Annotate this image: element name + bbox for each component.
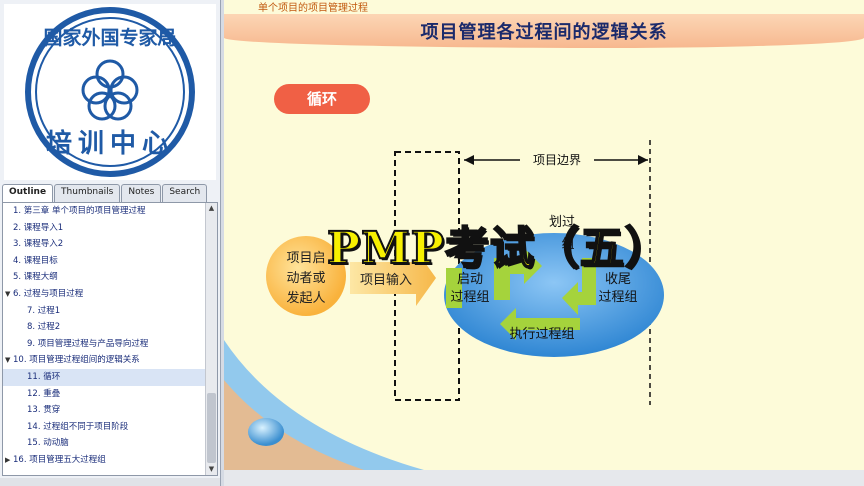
outline-item[interactable]: 8. 过程2: [3, 319, 217, 336]
scroll-thumb[interactable]: [207, 393, 216, 463]
outline-scrollbar[interactable]: ▲ ▼: [205, 203, 217, 475]
status-bar: [224, 470, 864, 486]
logo-center-text: 培训中心: [46, 129, 174, 159]
outline-item[interactable]: 12. 重叠: [3, 386, 217, 403]
outline-item-label: 9. 项目管理过程与产品导向过程: [27, 338, 149, 349]
outline-item-label: 4. 课程目标: [13, 255, 58, 266]
outline-item[interactable]: 4. 课程目标: [3, 253, 217, 270]
outline-item-label: 13. 贯穿: [27, 405, 61, 416]
boundary-arrow-left: [464, 155, 474, 165]
outline-item-label: 6. 过程与项目过程: [13, 288, 84, 299]
outline-item[interactable]: 13. 贯穿: [3, 402, 217, 419]
outline-item-label: 8. 过程2: [27, 322, 61, 333]
tab-outline[interactable]: Outline: [2, 184, 54, 202]
organization-logo: 国家外国专家局 培训中心: [25, 7, 195, 177]
outline-item[interactable]: 14. 过程组不同于项目阶段: [3, 419, 217, 436]
boundary-arrow-right: [638, 155, 648, 165]
tab-thumbnails[interactable]: Thumbnails: [54, 184, 121, 202]
outline-item[interactable]: ▶ 16. 项目管理五大过程组: [3, 452, 217, 469]
outline-item-label: 10. 项目管理过程组间的逻辑关系: [13, 355, 140, 366]
start-text-2: 过程组: [450, 290, 489, 305]
outline-list: 1. 第三章 单个项目的项目管理过程 2. 课程导入1 3. 课程导入2 4. 课程目…: [2, 202, 218, 476]
outline-item-label: 12. 重叠: [27, 388, 61, 399]
collapse-icon[interactable]: ▼: [5, 352, 10, 369]
outline-item[interactable]: ▼ 6. 过程与项目过程: [3, 286, 217, 303]
tab-notes[interactable]: Notes: [121, 184, 162, 202]
outline-panel: 国家外国专家局 培训中心 Outline Thumbnails Notes Se…: [0, 0, 221, 486]
logo-area: 国家外国专家局 培训中心: [4, 4, 216, 180]
collapse-icon[interactable]: ▼: [5, 286, 10, 303]
video-overlay-title: PMP考试（五）: [326, 222, 670, 275]
outline-item-label: 7. 过程1: [27, 305, 61, 316]
outline-item-label: 14. 过程组不同于项目阶段: [27, 421, 129, 432]
tab-search[interactable]: Search: [162, 184, 208, 202]
outline-item-label: 2. 课程导入1: [13, 222, 64, 233]
initiator-text-2: 动者或: [286, 271, 325, 286]
panel-tabs: Outline Thumbnails Notes Search: [2, 184, 216, 202]
outline-item-label: 16. 项目管理五大过程组: [13, 454, 106, 465]
initiator-text-1: 项目启: [286, 251, 325, 266]
outline-item-label: 1. 第三章 单个项目的项目管理过程: [13, 206, 146, 216]
boundary-label: 项目边界: [533, 153, 581, 167]
outline-item-label: 5. 课程大纲: [13, 272, 58, 283]
water-drop-icon: [248, 418, 284, 446]
outline-item-label: 11. 循环: [27, 371, 61, 382]
exec-text: 执行过程组: [509, 327, 574, 342]
initiator-text-3: 发起人: [286, 290, 325, 306]
outline-item[interactable]: 9. 项目管理过程与产品导向过程: [3, 336, 217, 353]
expand-icon[interactable]: ▶: [5, 452, 10, 469]
outline-item[interactable]: 5. 课程大纲: [3, 269, 217, 286]
outline-item[interactable]: 1. 第三章 单个项目的项目管理过程: [3, 203, 217, 220]
outline-item[interactable]: 3. 课程导入2: [3, 236, 217, 253]
horizontal-scrollbar[interactable]: [0, 478, 220, 486]
outline-item[interactable]: 2. 课程导入1: [3, 220, 217, 237]
outline-item-label: 3. 课程导入2: [13, 239, 64, 250]
outline-item[interactable]: 11. 循环: [3, 368, 217, 386]
scroll-up-icon[interactable]: ▲: [206, 203, 217, 214]
outline-item[interactable]: 7. 过程1: [3, 303, 217, 320]
logo-ring-text: 国家外国专家局: [43, 26, 176, 49]
outline-item-label: 15. 动动脑: [27, 438, 69, 449]
close-text-2: 过程组: [598, 290, 637, 305]
outline-item[interactable]: 15. 动动脑: [3, 435, 217, 452]
outline-item[interactable]: ▼ 10. 项目管理过程组间的逻辑关系: [3, 352, 217, 369]
scroll-down-icon[interactable]: ▼: [206, 464, 217, 475]
